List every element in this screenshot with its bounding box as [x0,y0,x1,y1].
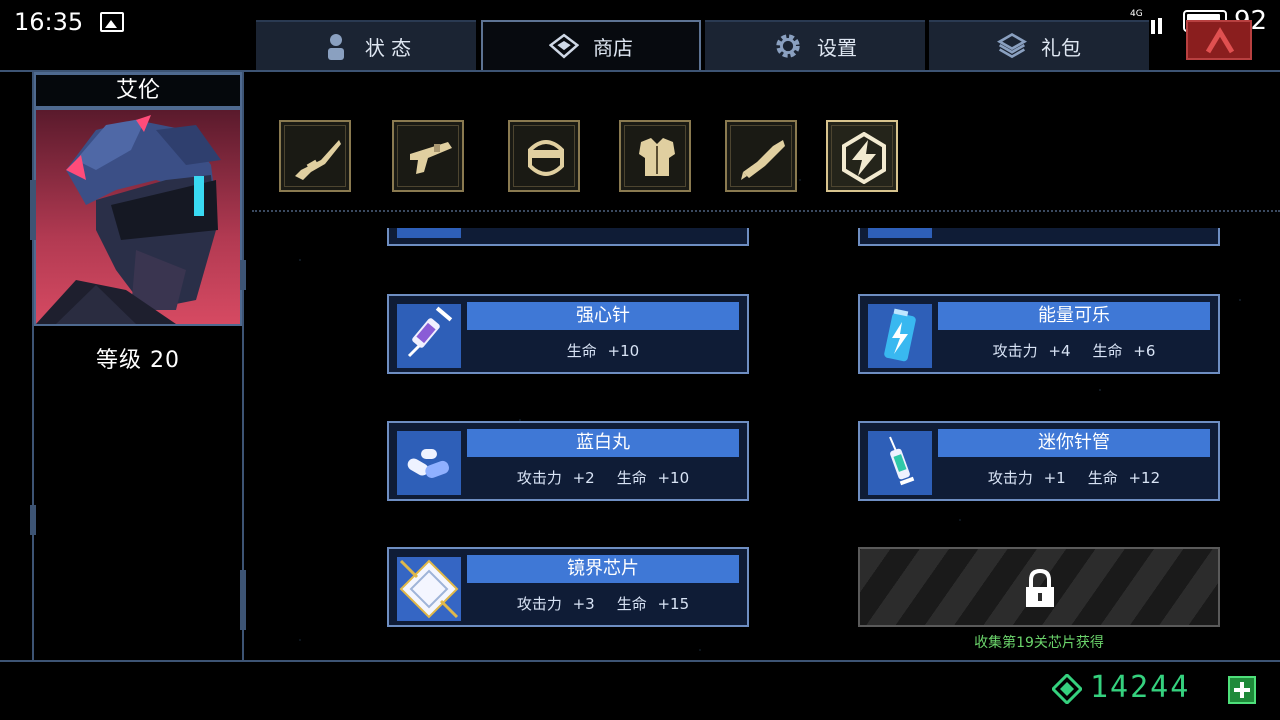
item-stats: 攻击力 +3 生命 +15 [467,593,739,614]
tab-settings[interactable]: 设置 [705,20,925,70]
item-card[interactable]: 能量可乐 攻击力 +4 生命 +6 [858,294,1220,374]
item-card[interactable]: 蓝白丸 攻击力 +2 生命 +10 [387,421,749,501]
item-card[interactable]: 镜界芯片 攻击力 +3 生命 +15 [387,547,749,627]
category-armor[interactable] [619,120,691,192]
panel-decoration [30,505,36,535]
blaster-icon [410,142,452,174]
item-stat: 生命 +10 [566,342,640,360]
clock: 16:35 [14,8,84,36]
tab-label: 状 态 [364,35,412,60]
character-panel: 艾伦 等级 20 [32,72,244,660]
item-stats: 攻击力 +2 生命 +10 [467,467,739,488]
tab-status[interactable]: 状 态 [256,20,476,70]
currency-amount: 14244 [1090,670,1191,705]
character-level: 等级 20 [96,348,180,373]
item-card[interactable]: 迷你针管 攻击力 +1 生命 +12 [858,421,1220,501]
category-helmet[interactable] [508,120,580,192]
add-currency-button[interactable] [1228,676,1256,704]
chip-icon [397,557,461,621]
divider [252,210,1280,214]
item-name: 蓝白丸 [467,429,739,457]
character-name: 艾伦 [34,72,242,108]
item-name: 能量可乐 [938,302,1210,330]
pills-icon [397,431,461,495]
item-stat: 生命 +12 [1087,469,1161,487]
panel-decoration [240,260,246,290]
mech-arm-icon [741,140,785,180]
item-stat: 生命 +15 [616,595,690,613]
unlock-hint: 收集第19关芯片获得 [974,635,1104,651]
armor-icon [639,138,675,176]
item-stats: 生命 +10 [467,340,739,361]
category-blaster[interactable] [392,120,464,192]
soda-can-icon [868,304,932,368]
gallery-icon [100,12,124,32]
gear-icon [776,34,800,58]
tab-label: 设置 [817,35,857,60]
item-stat: 攻击力 +3 [516,595,595,613]
tab-shop[interactable]: 商店 [481,20,701,70]
locked-item-slot[interactable] [858,547,1220,627]
gem-icon [1052,674,1082,704]
item-stat: 生命 +10 [616,469,690,487]
gift-icon [997,33,1027,59]
lock-icon [1026,569,1054,607]
item-name: 强心针 [467,302,739,330]
panel-decoration [240,570,246,630]
rifle-icon [295,140,341,180]
close-button[interactable] [1186,20,1252,60]
panel-decoration [30,180,36,240]
tab-label: 礼包 [1041,35,1081,60]
diamond-icon [549,33,579,59]
item-stats: 攻击力 +4 生命 +6 [938,340,1210,361]
item-card-partial [387,228,749,246]
syringe-icon [397,304,461,368]
close-icon [1206,27,1234,54]
divider [0,660,1280,662]
category-chip[interactable] [826,120,898,192]
item-stats: 攻击力 +1 生命 +12 [938,467,1210,488]
item-stat: 攻击力 +1 [987,469,1066,487]
helmet-icon [528,140,564,176]
tab-gift[interactable]: 礼包 [929,20,1149,70]
item-name: 迷你针管 [938,429,1210,457]
item-card-partial [858,228,1220,246]
item-stat: 攻击力 +4 [992,342,1071,360]
mini-syringe-icon [868,431,932,495]
item-stat: 生命 +6 [1092,342,1156,360]
lightning-chip-icon [842,132,886,184]
item-stat: 攻击力 +2 [516,469,595,487]
tab-label: 商店 [593,35,633,60]
person-icon [327,34,344,60]
item-card[interactable]: 强心针 生命 +10 [387,294,749,374]
category-rifle[interactable] [279,120,351,192]
character-portrait [34,108,242,326]
item-name: 镜界芯片 [467,555,739,583]
category-mech-arm[interactable] [725,120,797,192]
